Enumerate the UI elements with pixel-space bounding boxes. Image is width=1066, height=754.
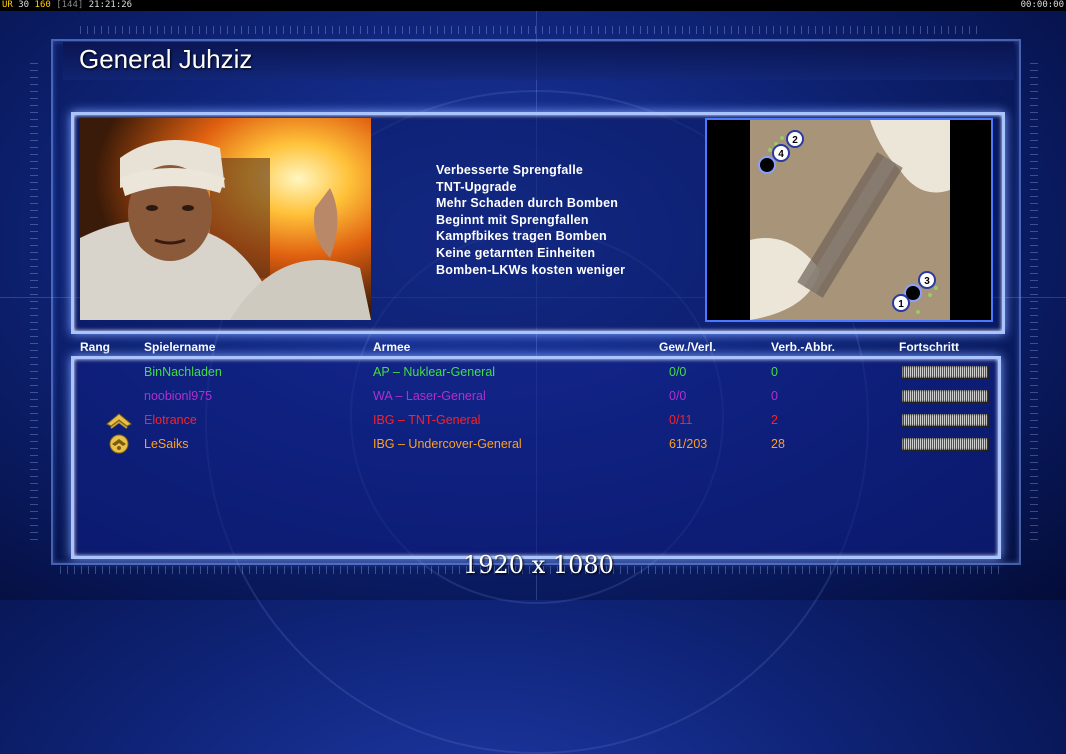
- feature-item: Beginnt mit Sprengfallen: [436, 212, 589, 227]
- player-army: IBG – TNT-General: [373, 413, 481, 427]
- player-disconnects: 0: [771, 389, 778, 403]
- map-preview: 4 2 3 1: [705, 118, 993, 322]
- player-winloss: 0/11: [669, 413, 693, 427]
- page-title: General Juhziz: [79, 44, 253, 74]
- resolution-label: 1920 x 1080: [463, 551, 614, 579]
- feature-item: Mehr Schaden durch Bomben: [436, 196, 619, 211]
- player-progress-bar: [901, 413, 989, 427]
- column-header-winloss: Gew./Verl.: [659, 340, 716, 354]
- badge-rank-icon: [105, 434, 133, 454]
- feature-item: Kampfbikes tragen Bomben: [436, 229, 607, 244]
- ur-label: UR: [2, 0, 13, 10]
- player-progress-bar: [901, 437, 989, 451]
- player-name[interactable]: noobionl975: [144, 389, 212, 403]
- feature-item: Bomben-LKWs kosten weniger: [436, 262, 626, 277]
- ruler-top: [80, 26, 980, 34]
- start-position-4: 4: [778, 149, 784, 160]
- fps-value: 160: [34, 0, 51, 10]
- player-disconnects: 0: [771, 365, 778, 379]
- feature-item: Keine getarnten Einheiten: [436, 245, 596, 260]
- ruler-left: [30, 60, 38, 540]
- game-timer: 00:00:00: [1020, 0, 1064, 10]
- player-name[interactable]: Elotrance: [144, 413, 197, 427]
- column-header-progress: Fortschritt: [899, 340, 959, 354]
- column-header-army: Armee: [373, 340, 411, 354]
- player-name[interactable]: BinNachladen: [144, 365, 222, 379]
- start-position-3: 3: [924, 276, 930, 287]
- general-features-list: Verbesserte Sprengfalle TNT-Upgrade Mehr…: [436, 162, 625, 278]
- general-portrait: [80, 118, 371, 320]
- player-progress-bar: [901, 365, 989, 379]
- status-bar: UR 30 160 [144] 21:21:26 00:00:00: [0, 0, 1066, 11]
- column-header-player: Spielername: [144, 340, 216, 354]
- player-winloss: 61/203: [669, 437, 708, 451]
- player-name[interactable]: LeSaiks: [144, 437, 188, 451]
- player-army: AP – Nuklear-General: [373, 365, 496, 379]
- player-army: IBG – Undercover-General: [373, 437, 522, 451]
- ping-value: [144]: [56, 0, 84, 10]
- player-disconnects: 2: [771, 413, 778, 427]
- clock: 21:21:26: [88, 0, 133, 10]
- player-winloss: 0/0: [669, 389, 687, 403]
- ur-value: 30: [18, 0, 30, 10]
- player-progress-bar: [901, 389, 989, 403]
- ruler-right: [1030, 60, 1038, 540]
- player-army: WA – Laser-General: [373, 389, 486, 403]
- player-winloss: 0/0: [669, 365, 687, 379]
- column-header-rank: Rang: [80, 340, 110, 354]
- chevron-rank-icon: [105, 410, 133, 430]
- start-position-2: 2: [792, 135, 798, 146]
- start-position-1: 1: [898, 299, 904, 310]
- player-disconnects: 28: [771, 437, 785, 451]
- feature-item: TNT-Upgrade: [436, 179, 517, 194]
- column-header-disconnects: Verb.-Abbr.: [771, 340, 836, 354]
- player-table: [71, 356, 1001, 559]
- feature-item: Verbesserte Sprengfalle: [436, 163, 584, 177]
- minimap: 4 2 3 1: [750, 120, 950, 320]
